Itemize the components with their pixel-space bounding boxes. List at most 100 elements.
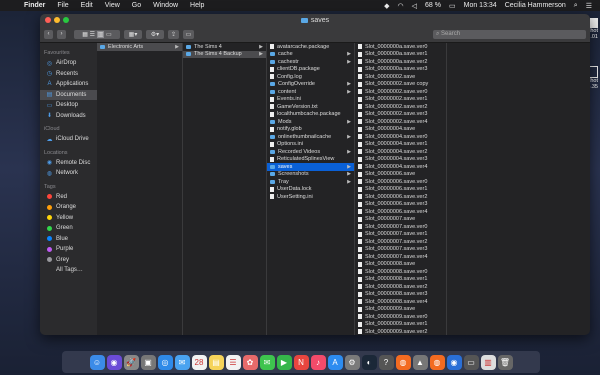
sidebar-tag[interactable]: All Tags… [40, 265, 97, 276]
list-item[interactable]: GameVersion.txt [267, 103, 354, 111]
gallery-view-icon[interactable]: ▭ [106, 31, 112, 38]
back-button[interactable]: ‹ [44, 29, 53, 39]
sidebar-tag[interactable]: Red [40, 192, 97, 203]
sidebar-tag[interactable]: Orange [40, 202, 97, 213]
list-item[interactable]: UserSetting.ini [267, 193, 354, 201]
list-item[interactable]: Config.log [267, 73, 354, 81]
list-item[interactable]: Slot_00000006.save [355, 171, 446, 179]
preview-icon[interactable]: ▲ [412, 354, 428, 370]
sidebar-item-recents[interactable]: ◷ Recents [40, 69, 97, 80]
list-item[interactable]: Slot_00000007.save.ver2 [355, 238, 446, 246]
sidebar-item-applications[interactable]: A Applications [40, 79, 97, 90]
news-icon[interactable]: N [293, 354, 309, 370]
list-item[interactable]: Slot_00000002.save.ver0 [355, 88, 446, 96]
list-item[interactable]: Slot_0000000a.save.ver2 [355, 58, 446, 66]
facetime-icon[interactable]: ▶ [276, 354, 292, 370]
menu-window[interactable]: Window [147, 2, 184, 9]
zoom-button[interactable] [63, 17, 69, 23]
list-item[interactable]: Slot_00000007.save.ver1 [355, 231, 446, 239]
list-item[interactable]: Slot_00000004.save.ver1 [355, 141, 446, 149]
music-icon[interactable]: ♪ [310, 354, 326, 370]
group-button[interactable]: ▦▾ [124, 29, 142, 39]
list-item[interactable]: Slot_00000004.save.ver2 [355, 148, 446, 156]
wifi-icon[interactable]: ◠ [394, 2, 408, 10]
list-item[interactable]: Recorded Videos ▶ [267, 148, 354, 156]
list-item[interactable]: Slot_00000006.save.ver2 [355, 193, 446, 201]
list-item[interactable]: Slot_00000008.save.ver3 [355, 291, 446, 299]
list-item[interactable]: Slot_00000008.save.ver0 [355, 268, 446, 276]
origin-app-icon[interactable]: ◍ [429, 354, 445, 370]
menu-view[interactable]: View [99, 2, 126, 9]
firefox-icon[interactable]: ◉ [446, 354, 462, 370]
list-item[interactable]: saves ▶ [267, 163, 354, 171]
list-view-icon[interactable]: ☰ [90, 31, 95, 38]
list-item[interactable]: Slot_00000009.save [355, 306, 446, 314]
column-view-icon[interactable]: ▥ [96, 30, 105, 38]
list-item[interactable]: Slot_00000008.save [355, 261, 446, 269]
help-icon[interactable]: ? [378, 354, 394, 370]
photos-icon[interactable]: ✿ [242, 354, 258, 370]
list-item[interactable]: Options.ini [267, 141, 354, 149]
sidebar-item-documents[interactable]: ▤ Documents [40, 89, 97, 100]
steam-icon[interactable]: ◐ [361, 354, 377, 370]
list-item[interactable]: cache ▶ [267, 51, 354, 59]
list-item[interactable]: Slot_00000008.save.ver1 [355, 276, 446, 284]
list-item[interactable]: Slot_00000009.save.ver1 [355, 321, 446, 329]
list-item[interactable]: Slot_00000002.save.ver1 [355, 96, 446, 104]
list-item[interactable]: Electronic Arts ▶ [97, 43, 182, 51]
sidebar-item-remote-disc[interactable]: ◉ Remote Disc [40, 158, 97, 169]
list-item[interactable]: Slot_00000007.save.ver4 [355, 253, 446, 261]
clock[interactable]: Mon 13:34 [460, 2, 501, 9]
list-item[interactable]: Slot_00000004.save.ver4 [355, 163, 446, 171]
screenshot-icon[interactable]: ▥ [480, 354, 496, 370]
list-item[interactable]: Slot_00000004.save [355, 126, 446, 134]
sidebar-item-icloud-drive[interactable]: ☁ iCloud Drive [40, 134, 97, 145]
list-item[interactable]: Slot_0000000a.save.ver0 [355, 43, 446, 51]
list-item[interactable]: Slot_00000007.save.ver3 [355, 246, 446, 254]
messages-icon[interactable]: ✉ [259, 354, 275, 370]
list-item[interactable]: Slot_00000002.save.ver4 [355, 118, 446, 126]
sidebar-tag[interactable]: Yellow [40, 213, 97, 224]
monitor-icon[interactable]: ▭ [463, 354, 479, 370]
siri-icon[interactable]: ◉ [106, 354, 122, 370]
dropbox-icon[interactable]: ◆ [380, 2, 393, 10]
list-item[interactable]: Slot_00000008.save.ver2 [355, 283, 446, 291]
menu-help[interactable]: Help [184, 2, 210, 9]
menu-go[interactable]: Go [126, 2, 147, 9]
list-item[interactable]: Slot_00000004.save.ver0 [355, 133, 446, 141]
list-item[interactable]: Slot_00000002.save [355, 73, 446, 81]
list-item[interactable]: Slot_00000009.save.ver2 [355, 328, 446, 335]
close-button[interactable] [45, 17, 51, 23]
list-item[interactable]: ConfigOverride ▶ [267, 81, 354, 89]
reminders-icon[interactable]: ☰ [225, 354, 241, 370]
list-item[interactable]: Events.ini [267, 96, 354, 104]
menu-file[interactable]: File [51, 2, 74, 9]
list-item[interactable]: Slot_00000002.save.ver2 [355, 103, 446, 111]
user-name[interactable]: Cecilia Hammerson [501, 2, 570, 9]
list-item[interactable]: cachestr ▶ [267, 58, 354, 66]
list-item[interactable]: Slot_00000007.save [355, 216, 446, 224]
list-item[interactable]: The Sims 4 ▶ [183, 43, 266, 51]
trash-icon[interactable]: 🗑 [497, 354, 513, 370]
notification-center-icon[interactable]: ☰ [582, 2, 596, 10]
list-item[interactable]: Tray ▶ [267, 178, 354, 186]
sidebar-tag[interactable]: Grey [40, 255, 97, 266]
safari-icon[interactable]: ◎ [157, 354, 173, 370]
sidebar-item-airdrop[interactable]: ◎ AirDrop [40, 58, 97, 69]
list-item[interactable]: localthumbcache.package [267, 111, 354, 119]
list-item[interactable]: Slot_00000006.save.ver1 [355, 186, 446, 194]
minimize-button[interactable] [54, 17, 60, 23]
launchpad-icon[interactable]: 🚀 [123, 354, 139, 370]
list-item[interactable]: Slot_00000006.save.ver0 [355, 178, 446, 186]
sidebar-item-desktop[interactable]: ▭ Desktop [40, 100, 97, 111]
icon-view-icon[interactable]: ▦ [82, 31, 88, 38]
list-item[interactable]: Slot_00000006.save.ver3 [355, 201, 446, 209]
list-item[interactable]: Slot_0000000a.save.ver3 [355, 66, 446, 74]
list-item[interactable]: onlinethumbnailcache ▶ [267, 133, 354, 141]
sidebar-item-downloads[interactable]: ⬇ Downloads [40, 111, 97, 122]
calendar-icon[interactable]: 28 [191, 354, 207, 370]
finder-icon[interactable]: ☺ [89, 354, 105, 370]
list-item[interactable]: avatarcache.package [267, 43, 354, 51]
menu-edit[interactable]: Edit [75, 2, 99, 9]
system-preferences-icon[interactable]: ⚙ [344, 354, 360, 370]
